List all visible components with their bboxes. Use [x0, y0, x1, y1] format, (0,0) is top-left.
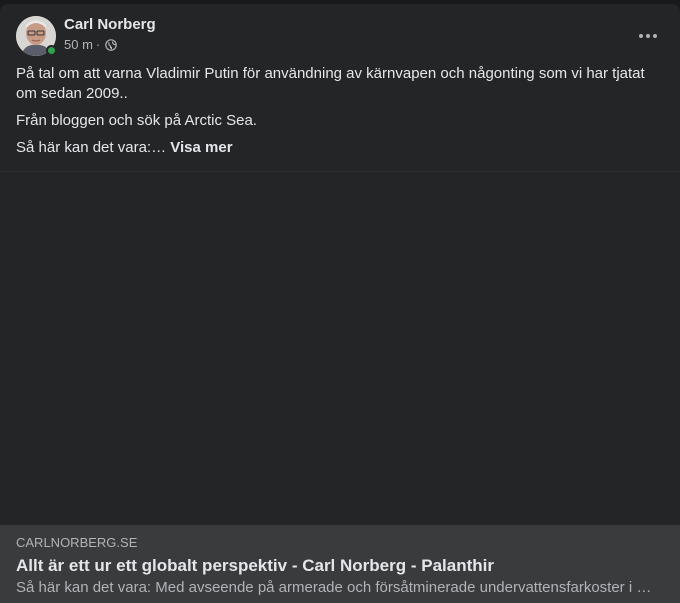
link-preview[interactable]: CARLNORBERG.SE Allt är ett ur ett global…	[0, 525, 680, 603]
post-meta: Carl Norberg 50 m ·	[64, 15, 156, 53]
post-paragraph: Från bloggen och sök på Arctic Sea.	[16, 112, 257, 129]
link-domain: CARLNORBERG.SE	[16, 535, 138, 550]
post-text: På tal om att varna Vladimir Putin för a…	[16, 64, 656, 158]
globe-icon[interactable]	[105, 39, 118, 51]
meta-separator: ·	[95, 37, 101, 52]
post-paragraph: På tal om att varna Vladimir Putin för a…	[16, 65, 645, 102]
link-title[interactable]: Allt är ett ur ett globalt perspektiv - …	[16, 555, 664, 577]
avatar-container[interactable]	[16, 16, 57, 56]
more-horizontal-icon	[639, 34, 657, 38]
online-status-indicator	[46, 45, 57, 56]
link-image-placeholder[interactable]	[0, 172, 680, 525]
post-timestamp[interactable]: 50 m	[64, 37, 93, 53]
truncated-text: Så här kan det vara:…	[16, 139, 167, 156]
see-more-button[interactable]: Visa mer	[170, 139, 232, 156]
link-description: Så här kan det vara: Med avseende på arm…	[16, 579, 652, 596]
post-header: Carl Norberg 50 m ·	[16, 16, 156, 56]
feed-post: Carl Norberg 50 m · På tal om att varna …	[0, 4, 680, 603]
more-options-button[interactable]	[630, 18, 666, 54]
post-paragraph-truncated: Så här kan det vara:… Visa mer	[16, 138, 656, 158]
post-subline: 50 m ·	[64, 37, 156, 53]
author-name[interactable]: Carl Norberg	[64, 15, 156, 34]
